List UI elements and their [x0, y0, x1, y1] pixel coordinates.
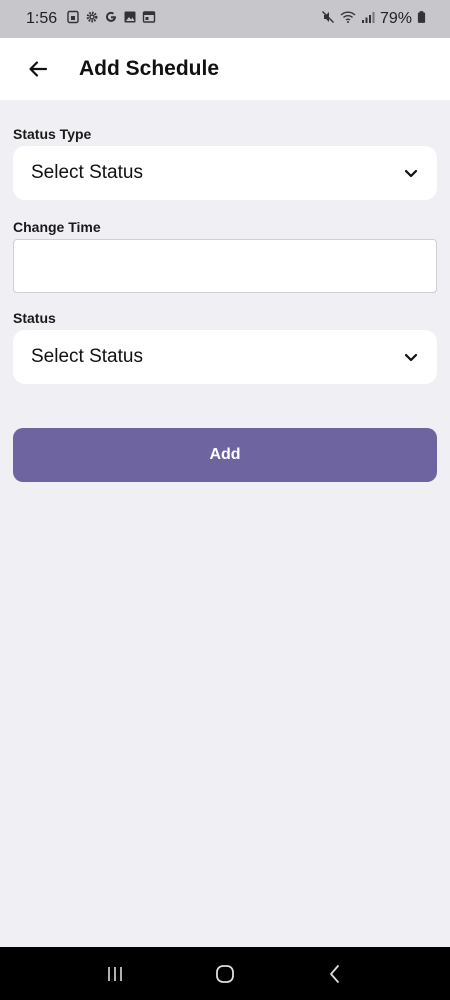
status-bar-left: 1:56 — [26, 10, 156, 28]
home-icon — [216, 964, 234, 983]
signal-icon — [361, 10, 375, 28]
add-button[interactable]: Add — [13, 428, 437, 482]
recent-apps-icon — [108, 966, 122, 981]
home-button[interactable] — [205, 954, 245, 994]
image-icon — [123, 10, 137, 28]
status-bar-right: 79% — [321, 10, 426, 28]
status-bar: 1:56 79% — [0, 0, 450, 38]
status-value: Select Status — [31, 346, 143, 367]
back-button[interactable] — [13, 44, 63, 94]
mute-icon — [321, 10, 335, 28]
status-type-value: Select Status — [31, 162, 143, 183]
clock: 1:56 — [26, 10, 58, 27]
app-bar: Add Schedule — [0, 38, 450, 100]
battery-percent: 79% — [379, 10, 412, 27]
back-icon — [330, 964, 339, 983]
system-nav-bar — [0, 947, 450, 1000]
google-icon — [104, 10, 118, 28]
battery-icon — [417, 10, 426, 28]
wifi-icon — [340, 10, 356, 28]
status-label: Status — [13, 310, 56, 326]
system-back-button[interactable] — [315, 954, 355, 994]
page-title: Add Schedule — [79, 57, 220, 80]
chevron-down-icon — [404, 169, 418, 178]
status-type-label: Status Type — [13, 126, 92, 142]
calendar-icon — [142, 10, 156, 28]
change-time-input[interactable] — [13, 239, 437, 293]
status-select[interactable]: Select Status — [13, 330, 437, 384]
change-time-label: Change Time — [13, 219, 101, 235]
recent-apps-button[interactable] — [95, 954, 135, 994]
arrow-left-icon — [29, 61, 48, 77]
chevron-down-icon — [404, 353, 418, 362]
status-type-select[interactable]: Select Status — [13, 146, 437, 200]
settings-gear-icon — [85, 10, 99, 28]
sim-card-icon — [66, 10, 80, 28]
